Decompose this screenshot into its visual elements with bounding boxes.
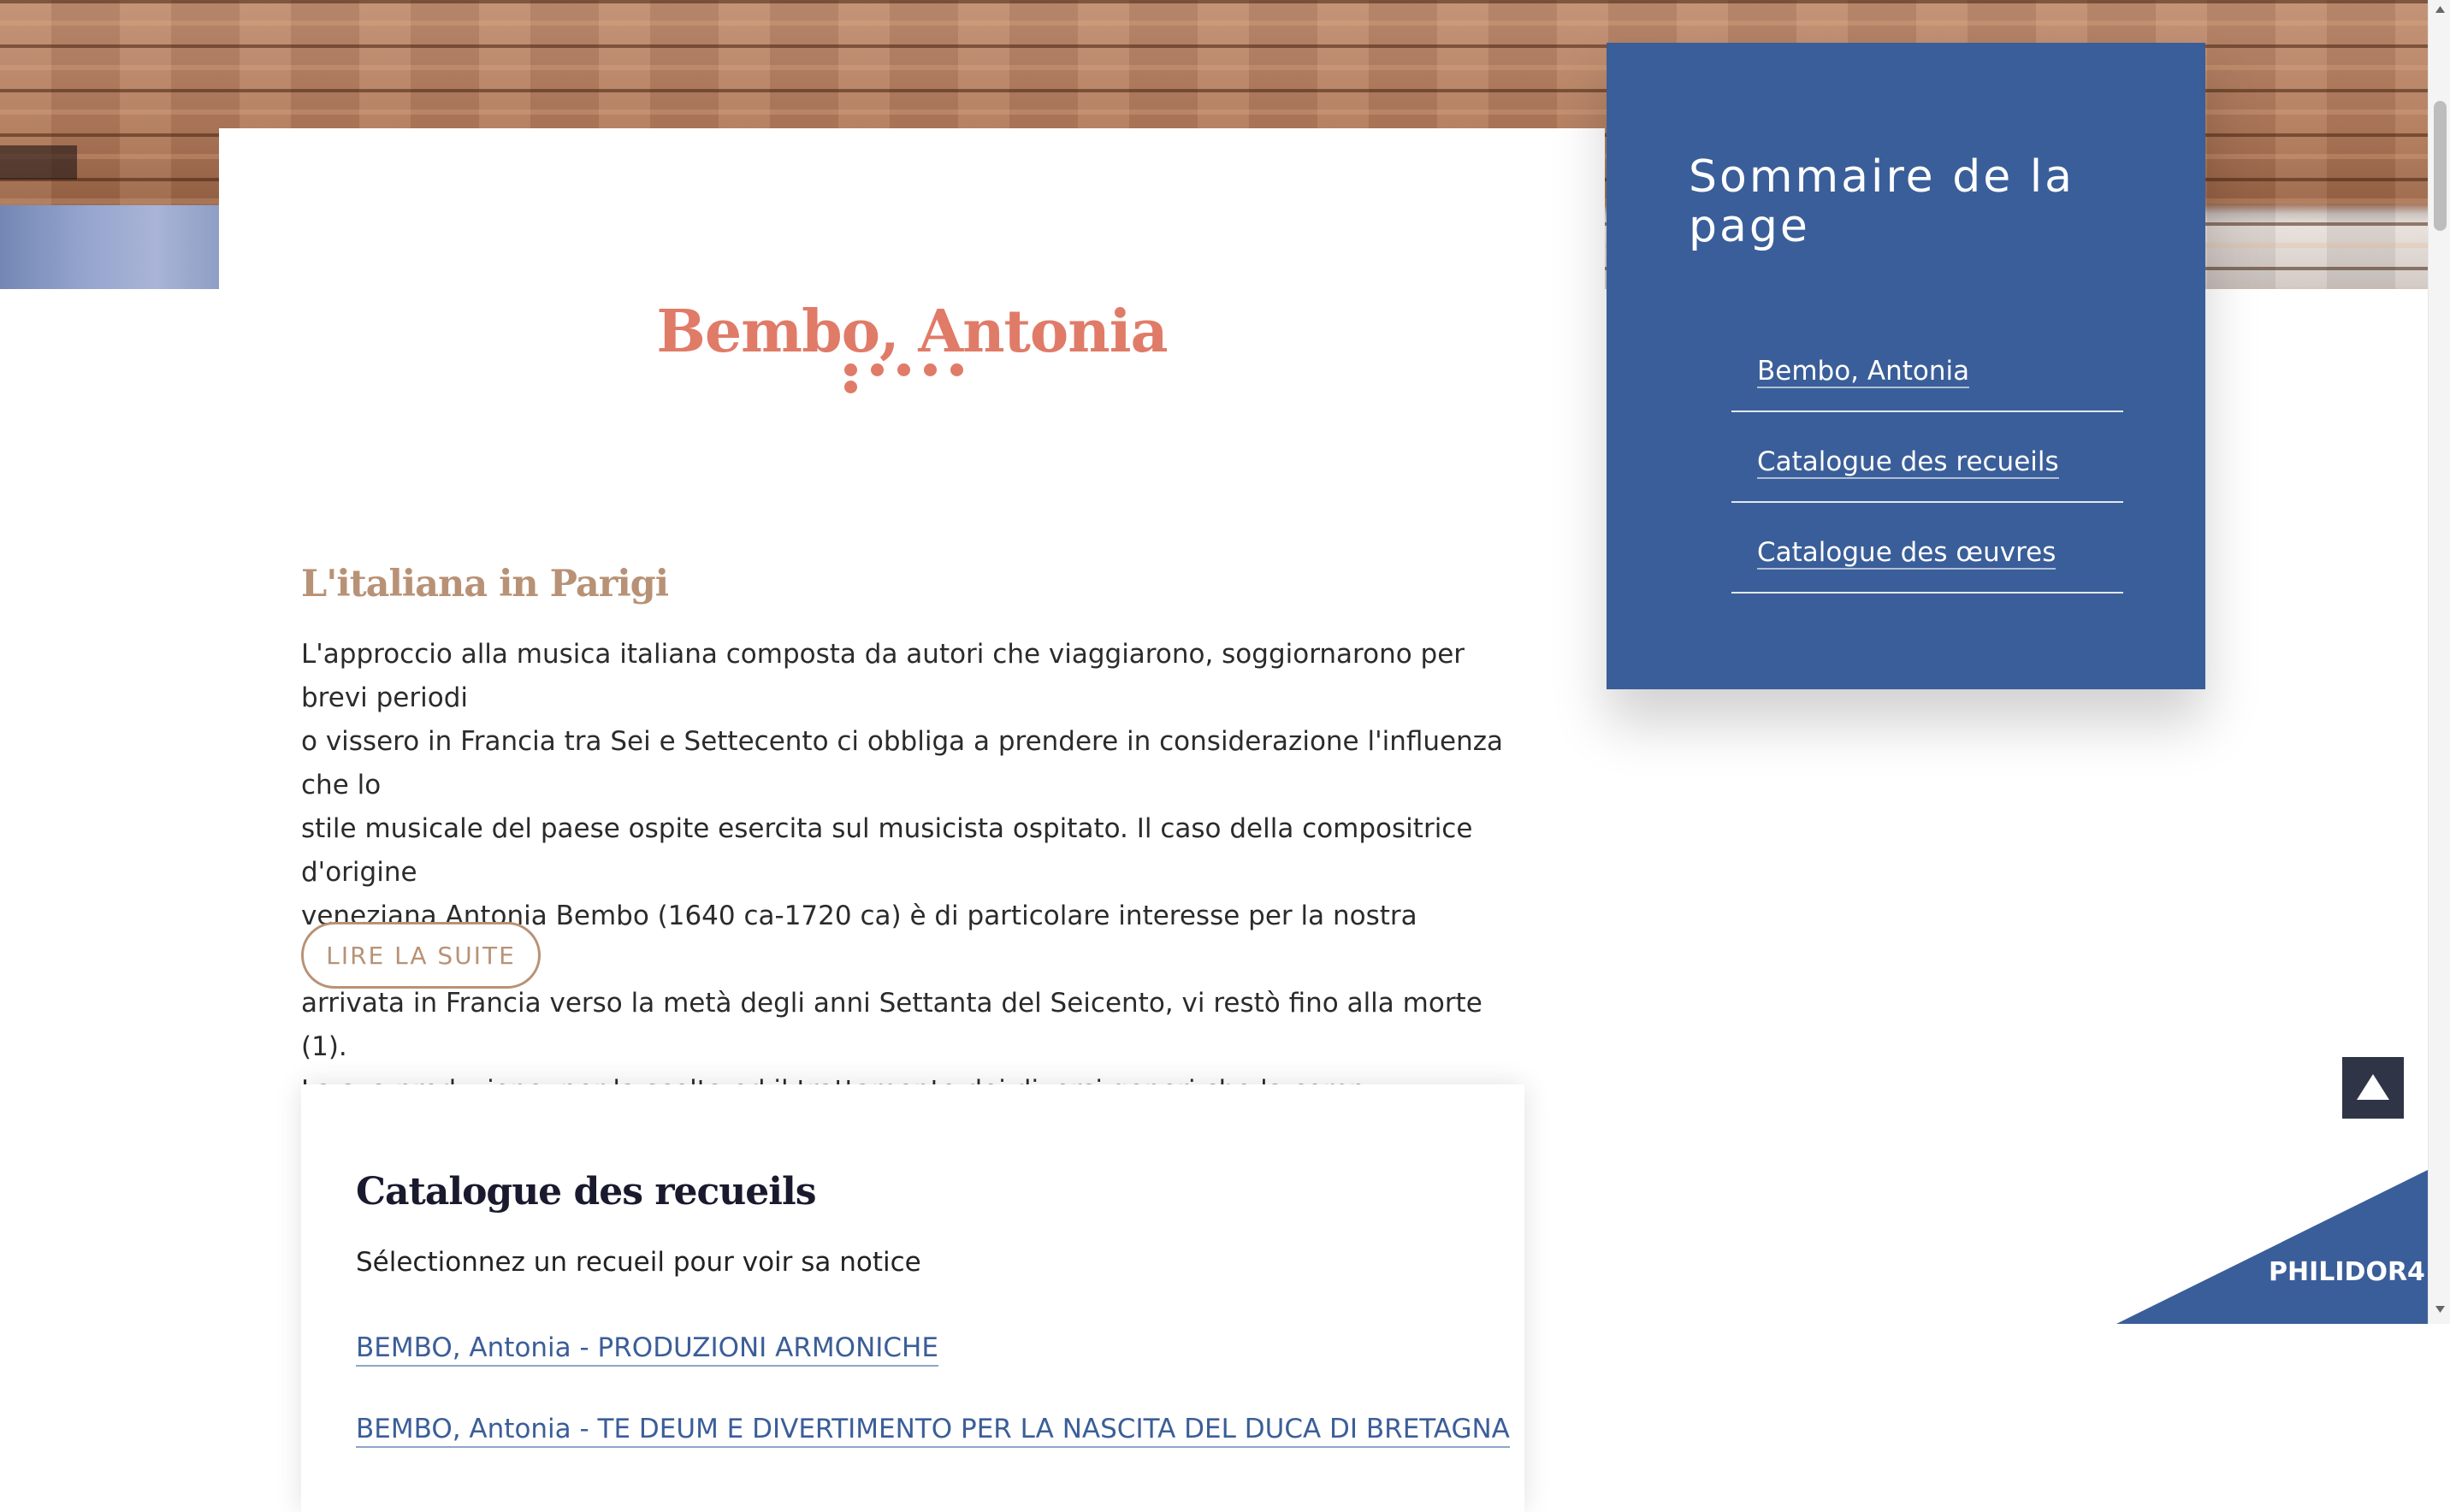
- intro-line: L'approccio alla musica italiana compost…: [301, 639, 1465, 713]
- caret-up-icon[interactable]: [2434, 3, 2447, 15]
- brand-corner-triangle: [2116, 1170, 2428, 1324]
- hero-blue-detail: [0, 205, 222, 289]
- toc-item-label[interactable]: Catalogue des œuvres: [1757, 537, 2056, 570]
- toc-item-label[interactable]: Bembo, Antonia: [1757, 356, 1970, 388]
- main-content: Bembo, Antonia L'italiana in Parigi L'ap…: [219, 128, 1605, 1512]
- back-to-top-button[interactable]: [2342, 1057, 2404, 1119]
- toc-item-bembo[interactable]: Bembo, Antonia: [1731, 322, 2123, 412]
- toc-title: Sommaire de la page: [1689, 151, 2075, 252]
- recueil-link[interactable]: BEMBO, Antonia - TE DEUM E DIVERTIMENTO …: [356, 1414, 1510, 1448]
- toc-item-label[interactable]: Catalogue des recueils: [1757, 446, 2059, 479]
- intro-line: stile musicale del paese ospite esercita…: [301, 813, 1473, 888]
- intro-text: L'approccio alla musica italiana compost…: [301, 633, 1533, 1113]
- intro-line: o vissero in Francia tra Sei e Settecent…: [301, 726, 1504, 800]
- toc-item-catalogue-recueils[interactable]: Catalogue des recueils: [1731, 412, 2123, 503]
- triangle-up-icon: [2357, 1074, 2389, 1100]
- read-more-button[interactable]: LIRE LA SUITE: [301, 922, 541, 989]
- catalogue-subtitle: Sélectionnez un recueil pour voir sa not…: [356, 1247, 921, 1278]
- brand-label[interactable]: PHILIDOR4: [2269, 1257, 2425, 1287]
- toc-item-catalogue-oeuvres[interactable]: Catalogue des œuvres: [1731, 503, 2123, 594]
- section-title: L'italiana in Parigi: [301, 563, 669, 605]
- catalogue-title: Catalogue des recueils: [356, 1170, 816, 1214]
- caret-down-icon[interactable]: [2434, 1303, 2447, 1315]
- scrollbar-thumb[interactable]: [2434, 101, 2447, 231]
- page-toc-panel: Sommaire de la page Bembo, Antonia Catal…: [1607, 43, 2205, 689]
- recueil-link[interactable]: BEMBO, Antonia - PRODUZIONI ARMONICHE: [356, 1332, 938, 1367]
- hero-shadow-detail: [0, 145, 77, 180]
- catalogue-card: Catalogue des recueils Sélectionnez un r…: [301, 1084, 1524, 1512]
- intro-line: arrivata in Francia verso la metà degli …: [301, 988, 1482, 1062]
- page-scrollbar[interactable]: [2428, 0, 2450, 1324]
- title-dots-decoration: [844, 363, 998, 393]
- page-title: Bembo, Antonia: [656, 298, 1168, 366]
